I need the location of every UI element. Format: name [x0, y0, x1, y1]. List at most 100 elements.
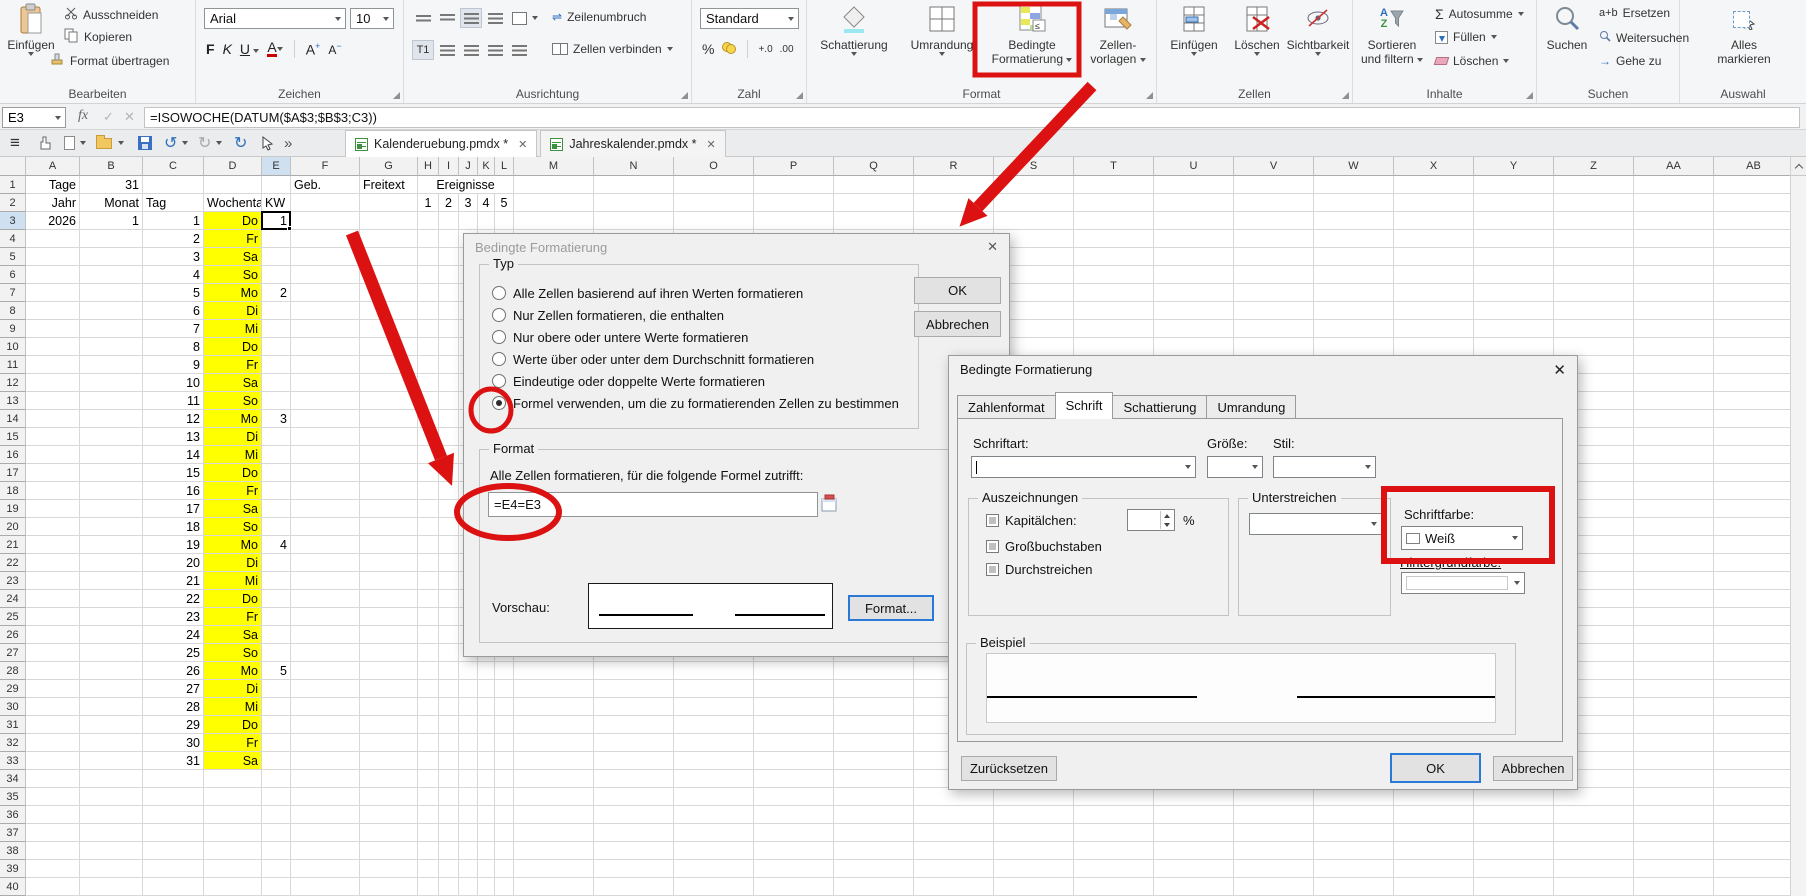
- cell-V39[interactable]: [1234, 860, 1314, 878]
- cell-E13[interactable]: [262, 392, 291, 410]
- font-size-combobox[interactable]: 10: [350, 8, 394, 29]
- cell-S37[interactable]: [994, 824, 1074, 842]
- cell-P31[interactable]: [754, 716, 834, 734]
- cell-G29[interactable]: [360, 680, 418, 698]
- cell-AA5[interactable]: [1634, 248, 1714, 266]
- cell-AA39[interactable]: [1634, 860, 1714, 878]
- align-justify-icon[interactable]: [508, 40, 530, 60]
- cell-P33[interactable]: [754, 752, 834, 770]
- cell-F12[interactable]: [291, 374, 360, 392]
- cell-K37[interactable]: [478, 824, 495, 842]
- radio-icon[interactable]: [492, 330, 506, 344]
- cell-X6[interactable]: [1394, 266, 1474, 284]
- cell-AA7[interactable]: [1634, 284, 1714, 302]
- cell-V35[interactable]: [1234, 788, 1314, 806]
- cell-A26[interactable]: [26, 626, 80, 644]
- cell-I2[interactable]: 2: [439, 194, 459, 212]
- cell-M40[interactable]: [514, 878, 594, 896]
- cell-P35[interactable]: [754, 788, 834, 806]
- cell-E10[interactable]: [262, 338, 291, 356]
- cell-W37[interactable]: [1314, 824, 1394, 842]
- column-header-H[interactable]: H: [418, 157, 439, 176]
- cell-H19[interactable]: [418, 500, 439, 518]
- font-style-combobox[interactable]: [1273, 456, 1376, 478]
- cell-AA32[interactable]: [1634, 734, 1714, 752]
- cell-AA21[interactable]: [1634, 536, 1714, 554]
- cell-E5[interactable]: [262, 248, 291, 266]
- row-header-29[interactable]: 29: [0, 680, 26, 698]
- cell-D27[interactable]: So: [204, 644, 262, 662]
- cell-R2[interactable]: [914, 194, 994, 212]
- cell-D36[interactable]: [204, 806, 262, 824]
- cell-W35[interactable]: [1314, 788, 1394, 806]
- cell-B30[interactable]: [80, 698, 143, 716]
- column-header-G[interactable]: G: [360, 157, 418, 176]
- cell-S1[interactable]: [994, 176, 1074, 194]
- delete-cells-button[interactable]: Löschen: [1229, 3, 1285, 56]
- save-icon[interactable]: [138, 134, 152, 152]
- cell-O35[interactable]: [674, 788, 754, 806]
- type-option-3[interactable]: Nur obere oder untere Werte formatieren: [492, 329, 748, 345]
- cell-H25[interactable]: [418, 608, 439, 626]
- cell-N38[interactable]: [594, 842, 674, 860]
- cell-S2[interactable]: [994, 194, 1074, 212]
- cell-C31[interactable]: 29: [143, 716, 204, 734]
- cell-P32[interactable]: [754, 734, 834, 752]
- cell-Q3[interactable]: [834, 212, 914, 230]
- cell-G17[interactable]: [360, 464, 418, 482]
- cell-J34[interactable]: [459, 770, 478, 788]
- cell-F25[interactable]: [291, 608, 360, 626]
- number-format-combobox[interactable]: Standard: [700, 8, 799, 29]
- cell-AB3[interactable]: [1714, 212, 1794, 230]
- cell-U1[interactable]: [1154, 176, 1234, 194]
- cell-H29[interactable]: [418, 680, 439, 698]
- cell-B29[interactable]: [80, 680, 143, 698]
- cell-Z5[interactable]: [1554, 248, 1634, 266]
- cell-Z10[interactable]: [1554, 338, 1634, 356]
- cell-L29[interactable]: [495, 680, 514, 698]
- row-header-31[interactable]: 31: [0, 716, 26, 734]
- cell-O39[interactable]: [674, 860, 754, 878]
- cell-K29[interactable]: [478, 680, 495, 698]
- cell-H39[interactable]: [418, 860, 439, 878]
- cell-AA18[interactable]: [1634, 482, 1714, 500]
- column-header-S[interactable]: S: [994, 157, 1074, 176]
- cell-Q39[interactable]: [834, 860, 914, 878]
- cell-H33[interactable]: [418, 752, 439, 770]
- cell-AB34[interactable]: [1714, 770, 1794, 788]
- cell-H32[interactable]: [418, 734, 439, 752]
- cell-C23[interactable]: 21: [143, 572, 204, 590]
- cell-P36[interactable]: [754, 806, 834, 824]
- cell-B38[interactable]: [80, 842, 143, 860]
- cell-X2[interactable]: [1394, 194, 1474, 212]
- cell-C24[interactable]: 22: [143, 590, 204, 608]
- cut-button[interactable]: Ausschneiden: [64, 6, 158, 23]
- fill-button[interactable]: Füllen: [1435, 30, 1497, 44]
- cell-H28[interactable]: [418, 662, 439, 680]
- cell-Q33[interactable]: [834, 752, 914, 770]
- cell-D37[interactable]: [204, 824, 262, 842]
- cell-X3[interactable]: [1394, 212, 1474, 230]
- cell-AB19[interactable]: [1714, 500, 1794, 518]
- cell-D29[interactable]: Di: [204, 680, 262, 698]
- cell-A39[interactable]: [26, 860, 80, 878]
- cell-F38[interactable]: [291, 842, 360, 860]
- cell-W1[interactable]: [1314, 176, 1394, 194]
- ok-button[interactable]: OK: [1390, 753, 1481, 783]
- cell-C30[interactable]: 28: [143, 698, 204, 716]
- cell-P1[interactable]: [754, 176, 834, 194]
- cell-J39[interactable]: [459, 860, 478, 878]
- cell-U38[interactable]: [1154, 842, 1234, 860]
- cell-F5[interactable]: [291, 248, 360, 266]
- cell-G22[interactable]: [360, 554, 418, 572]
- cell-F35[interactable]: [291, 788, 360, 806]
- cell-A30[interactable]: [26, 698, 80, 716]
- cell-I39[interactable]: [439, 860, 459, 878]
- row-header-6[interactable]: 6: [0, 266, 26, 284]
- cell-D2[interactable]: Wochentag: [204, 194, 262, 212]
- cell-Q31[interactable]: [834, 716, 914, 734]
- cell-G38[interactable]: [360, 842, 418, 860]
- cell-C27[interactable]: 25: [143, 644, 204, 662]
- cell-E34[interactable]: [262, 770, 291, 788]
- cell-B35[interactable]: [80, 788, 143, 806]
